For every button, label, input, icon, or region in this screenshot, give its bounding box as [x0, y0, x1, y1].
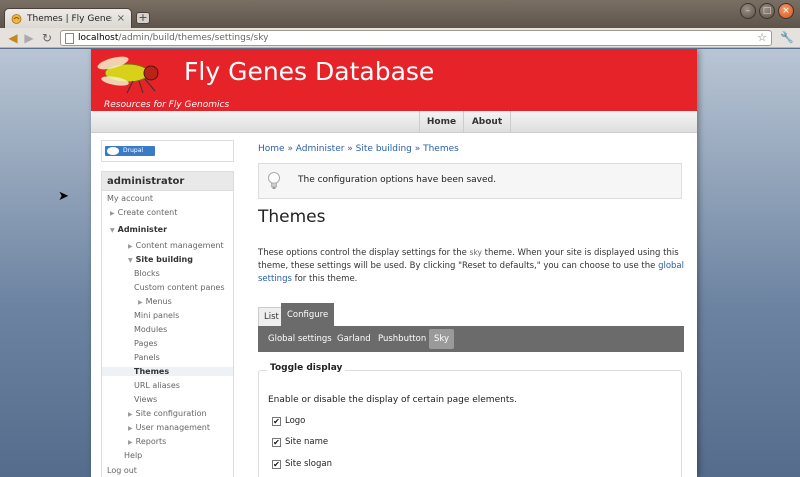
- collapsed-arrow-icon: ▶: [128, 425, 133, 432]
- address-bar[interactable]: localhost/admin/build/themes/settings/sk…: [60, 30, 772, 46]
- browser-toolbar: ◀ ▶ ↻ localhost/admin/build/themes/setti…: [0, 28, 800, 48]
- logo-checkbox-row: ✔ Logo: [272, 416, 305, 426]
- site-slogan-label[interactable]: Site slogan: [285, 459, 332, 469]
- site-header: Fly Genes Database Resources for Fly Gen…: [91, 49, 697, 111]
- site-name-checkbox-row: ✔ Site name: [272, 437, 328, 447]
- forward-arrow-icon[interactable]: ▶: [22, 31, 36, 45]
- new-tab-button[interactable]: +: [136, 12, 150, 24]
- fly-logo-icon[interactable]: [93, 51, 173, 95]
- logo-label[interactable]: Logo: [285, 416, 305, 426]
- site-slogan: Resources for Fly Genomics: [104, 100, 230, 110]
- sidebar-item-log-out[interactable]: Log out: [102, 466, 233, 475]
- sidebar-item-menus[interactable]: ▶ Menus: [102, 297, 233, 306]
- site-name-label[interactable]: Site name: [285, 437, 328, 447]
- close-window-icon[interactable]: ×: [778, 3, 794, 19]
- tab-sky[interactable]: Sky: [429, 329, 455, 349]
- reload-icon[interactable]: ↻: [40, 31, 54, 45]
- drupal-favicon-icon: [11, 14, 22, 24]
- sidebar-item-my-account[interactable]: My account: [102, 194, 233, 203]
- sidebar-item-user-management[interactable]: ▶ User management: [102, 423, 233, 432]
- user-menu-title: administrator: [102, 172, 233, 191]
- expanded-arrow-icon: ▼: [110, 227, 115, 234]
- browser-tab[interactable]: Themes | Fly Genes D... ×: [4, 8, 132, 28]
- sidebar-item-site-building[interactable]: ▼ Site building: [102, 255, 233, 264]
- breadcrumb[interactable]: Home » Administer » Site building » Them…: [258, 144, 459, 154]
- minimize-icon[interactable]: –: [740, 3, 756, 19]
- collapsed-arrow-icon: ▶: [138, 299, 143, 306]
- secondary-tabs: Global settings Garland Pushbutton Sky: [258, 326, 684, 352]
- tab-global-settings[interactable]: Global settings: [263, 329, 337, 349]
- site-slogan-checkbox[interactable]: ✔: [272, 459, 281, 469]
- sidebar-item-create-content[interactable]: ▶ Create content: [102, 208, 233, 217]
- site-name[interactable]: Fly Genes Database: [184, 57, 434, 86]
- status-message-text: The configuration options have been save…: [298, 175, 497, 185]
- collapsed-arrow-icon: ▶: [128, 411, 133, 418]
- sidebar-item-administer[interactable]: ▼ Administer: [102, 225, 233, 234]
- theme-code: sky: [469, 248, 482, 257]
- url-text[interactable]: localhost/admin/build/themes/settings/sk…: [78, 33, 268, 43]
- collapsed-arrow-icon: ▶: [128, 439, 133, 446]
- sidebar-item-modules[interactable]: Modules: [102, 325, 233, 334]
- primary-nav: Home About: [91, 111, 697, 133]
- site-slogan-checkbox-row: ✔ Site slogan: [272, 459, 332, 469]
- collapsed-arrow-icon: ▶: [110, 210, 115, 217]
- sidebar-item-themes[interactable]: Themes: [102, 367, 233, 376]
- page-title: Themes: [258, 207, 326, 227]
- sidebar-item-url-aliases[interactable]: URL aliases: [102, 381, 233, 390]
- back-arrow-icon[interactable]: ◀: [6, 31, 20, 45]
- page: Fly Genes Database Resources for Fly Gen…: [91, 49, 697, 477]
- lightbulb-icon: [268, 172, 280, 189]
- window-controls: – □ ×: [740, 3, 794, 19]
- tab-garland[interactable]: Garland: [332, 329, 376, 349]
- status-message: The configuration options have been save…: [258, 163, 682, 199]
- fieldset-legend[interactable]: Toggle display: [267, 363, 346, 373]
- browser-titlebar: Themes | Fly Genes D... × + – □ ×: [0, 0, 800, 28]
- mouse-cursor-icon: ➤: [58, 189, 69, 204]
- sidebar-item-content-management[interactable]: ▶ Content management: [102, 241, 233, 250]
- sidebar-item-help[interactable]: Help: [102, 451, 233, 460]
- close-tab-icon[interactable]: ×: [117, 13, 125, 24]
- logo-checkbox[interactable]: ✔: [272, 416, 281, 426]
- nav-about[interactable]: About: [463, 111, 511, 133]
- collapsed-arrow-icon: ▶: [128, 243, 133, 250]
- wrench-menu-icon[interactable]: 🔧: [780, 31, 794, 44]
- drupal-badge[interactable]: Drupal: [105, 146, 155, 156]
- powered-by-drupal-block: Drupal: [101, 140, 234, 162]
- bookmark-star-icon[interactable]: ☆: [757, 31, 767, 44]
- user-menu-block: administrator My account ▶ Create content…: [101, 171, 234, 477]
- theme-description: These options control the display settin…: [258, 248, 685, 284]
- sidebar-item-pages[interactable]: Pages: [102, 339, 233, 348]
- site-name-checkbox[interactable]: ✔: [272, 437, 281, 447]
- sidebar-item-views[interactable]: Views: [102, 395, 233, 404]
- nav-home[interactable]: Home: [419, 111, 463, 133]
- tab-pushbutton[interactable]: Pushbutton: [373, 329, 431, 349]
- sidebar-item-mini-panels[interactable]: Mini panels: [102, 311, 233, 320]
- sidebar-item-blocks[interactable]: Blocks: [102, 269, 233, 278]
- tab-title: Themes | Fly Genes D...: [27, 13, 112, 24]
- fieldset-description: Enable or disable the display of certain…: [268, 395, 517, 405]
- sidebar-item-site-configuration[interactable]: ▶ Site configuration: [102, 409, 233, 418]
- maximize-icon[interactable]: □: [759, 3, 775, 19]
- page-icon: [65, 32, 74, 44]
- drupal-drop-icon: [107, 147, 119, 155]
- sidebar-item-panels[interactable]: Panels: [102, 353, 233, 362]
- viewport: ➤ Fly Genes Database Resources for Fly G…: [0, 49, 800, 477]
- sidebar-item-reports[interactable]: ▶ Reports: [102, 437, 233, 446]
- tab-configure[interactable]: Configure: [281, 303, 335, 326]
- expanded-arrow-icon: ▼: [128, 257, 133, 264]
- sidebar-item-custom-content-panes[interactable]: Custom content panes: [102, 283, 233, 292]
